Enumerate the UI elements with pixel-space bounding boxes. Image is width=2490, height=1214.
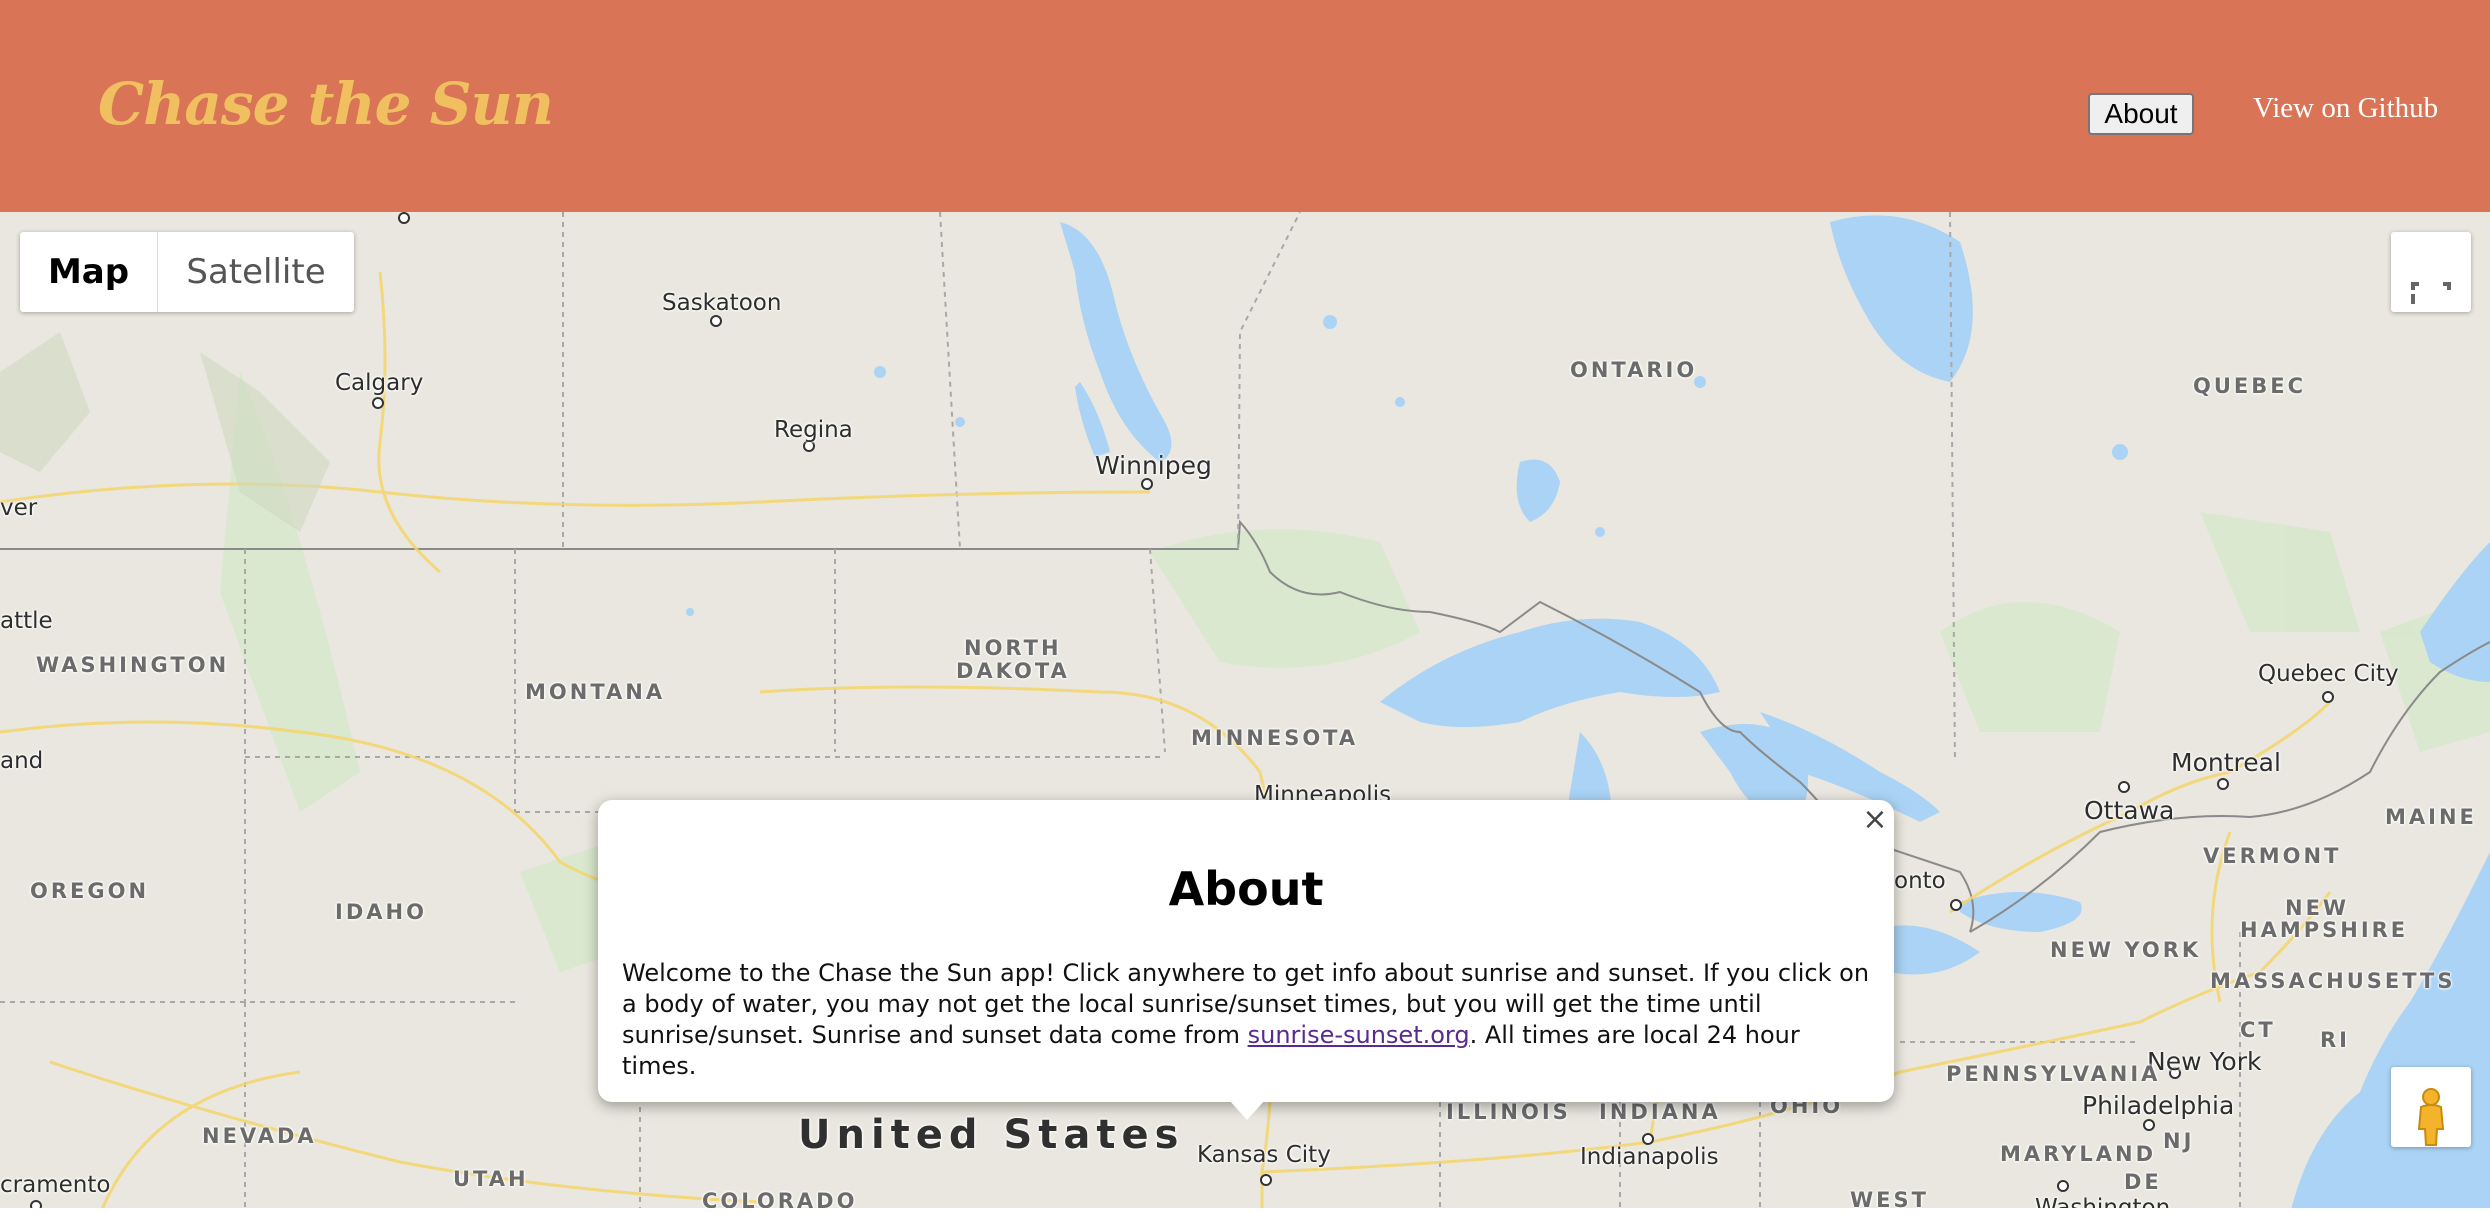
city-label-regina: Regina (774, 417, 853, 443)
region-label-de: DE (2124, 1170, 2162, 1194)
country-label-united-states: United States (798, 1112, 1185, 1158)
city-marker (2217, 778, 2229, 790)
city-label-philadelphia: Philadelphia (2082, 1091, 2235, 1120)
city-label-seattle: attle (0, 608, 53, 634)
city-marker (2322, 691, 2334, 703)
map-type-control: Map Satellite (20, 232, 354, 312)
region-label-vermont: VERMONT (2203, 844, 2342, 868)
city-label-indianapolis: Indianapolis (1580, 1144, 1719, 1170)
app-header: Chase the Sun About View on Github (0, 0, 2490, 212)
city-label-new-york: New York (2147, 1047, 2262, 1076)
fullscreen-icon (2411, 282, 2451, 304)
region-label-ontario: ONTARIO (1570, 358, 1698, 382)
pegman-icon (2417, 1088, 2445, 1146)
region-label-north-dakota-line1: NORTH (964, 636, 1062, 660)
region-label-maryland: MARYLAND (2000, 1142, 2157, 1166)
region-label-new-hampshire-line1: NEW (2285, 896, 2350, 920)
region-label-nj: NJ (2163, 1129, 2195, 1153)
city-marker (372, 397, 384, 409)
city-label-saskatoon: Saskatoon (662, 290, 782, 316)
city-label-kansas-city: Kansas City (1197, 1142, 1331, 1168)
region-label-massachusetts: MASSACHUSETTS (2210, 969, 2456, 993)
sunrise-sunset-link[interactable]: sunrise-sunset.org (1248, 1021, 1470, 1049)
region-label-montana: MONTANA (525, 680, 666, 704)
city-marker (2143, 1119, 2155, 1131)
city-marker (2057, 1180, 2069, 1192)
region-label-ct: CT (2240, 1018, 2276, 1042)
region-label-north-dakota-line2: DAKOTA (956, 659, 1070, 683)
region-label-pennsylvania: PENNSYLVANIA (1946, 1062, 2161, 1086)
city-label-sacramento: cramento (0, 1172, 111, 1198)
city-label-calgary: Calgary (335, 370, 424, 396)
about-dialog-pointer (1229, 1100, 1265, 1120)
app-logo-title[interactable]: Chase the Sun (98, 70, 554, 138)
city-marker (710, 315, 722, 327)
region-label-nevada: NEVADA (202, 1124, 317, 1148)
city-marker (2118, 781, 2130, 793)
map-type-map-button[interactable]: Map (20, 232, 158, 312)
city-marker (1260, 1174, 1272, 1186)
page-bottom-edge (0, 1208, 2490, 1214)
fullscreen-button[interactable] (2391, 232, 2471, 312)
city-label-vancouver: ver (0, 495, 38, 521)
view-on-github-link[interactable]: View on Github (2253, 92, 2438, 125)
about-dialog-text: Welcome to the Chase the Sun app! Click … (622, 958, 1872, 1082)
region-label-idaho: IDAHO (335, 900, 427, 924)
region-label-indiana: INDIANA (1599, 1100, 1721, 1124)
region-label-quebec: QUEBEC (2193, 374, 2307, 398)
close-icon[interactable]: × (1860, 802, 1890, 837)
street-view-pegman-button[interactable] (2391, 1067, 2471, 1147)
region-label-utah: UTAH (453, 1167, 529, 1191)
city-marker (1950, 899, 1962, 911)
region-label-ri: RI (2320, 1028, 2350, 1052)
region-label-new-hampshire-line2: HAMPSHIRE (2240, 918, 2409, 942)
city-label-toronto: onto (1894, 868, 1946, 894)
city-label-winnipeg: Winnipeg (1095, 451, 1212, 480)
region-label-maine: MAINE (2385, 805, 2477, 829)
city-marker (398, 212, 410, 224)
region-label-washington: WASHINGTON (36, 653, 230, 677)
city-label-portland: and (0, 748, 44, 774)
city-label-ottawa: Ottawa (2084, 796, 2175, 825)
city-label-quebec-city: Quebec City (2258, 661, 2399, 687)
region-label-oregon: OREGON (30, 879, 150, 903)
map-type-satellite-button[interactable]: Satellite (158, 232, 354, 312)
region-label-new-york-state: NEW YORK (2050, 938, 2202, 962)
region-label-minnesota: MINNESOTA (1191, 726, 1359, 750)
about-dialog-title: About (1168, 862, 1324, 916)
about-button[interactable]: About (2088, 93, 2194, 135)
region-label-illinois: ILLINOIS (1446, 1100, 1571, 1124)
city-label-montreal: Montreal (2171, 748, 2281, 777)
